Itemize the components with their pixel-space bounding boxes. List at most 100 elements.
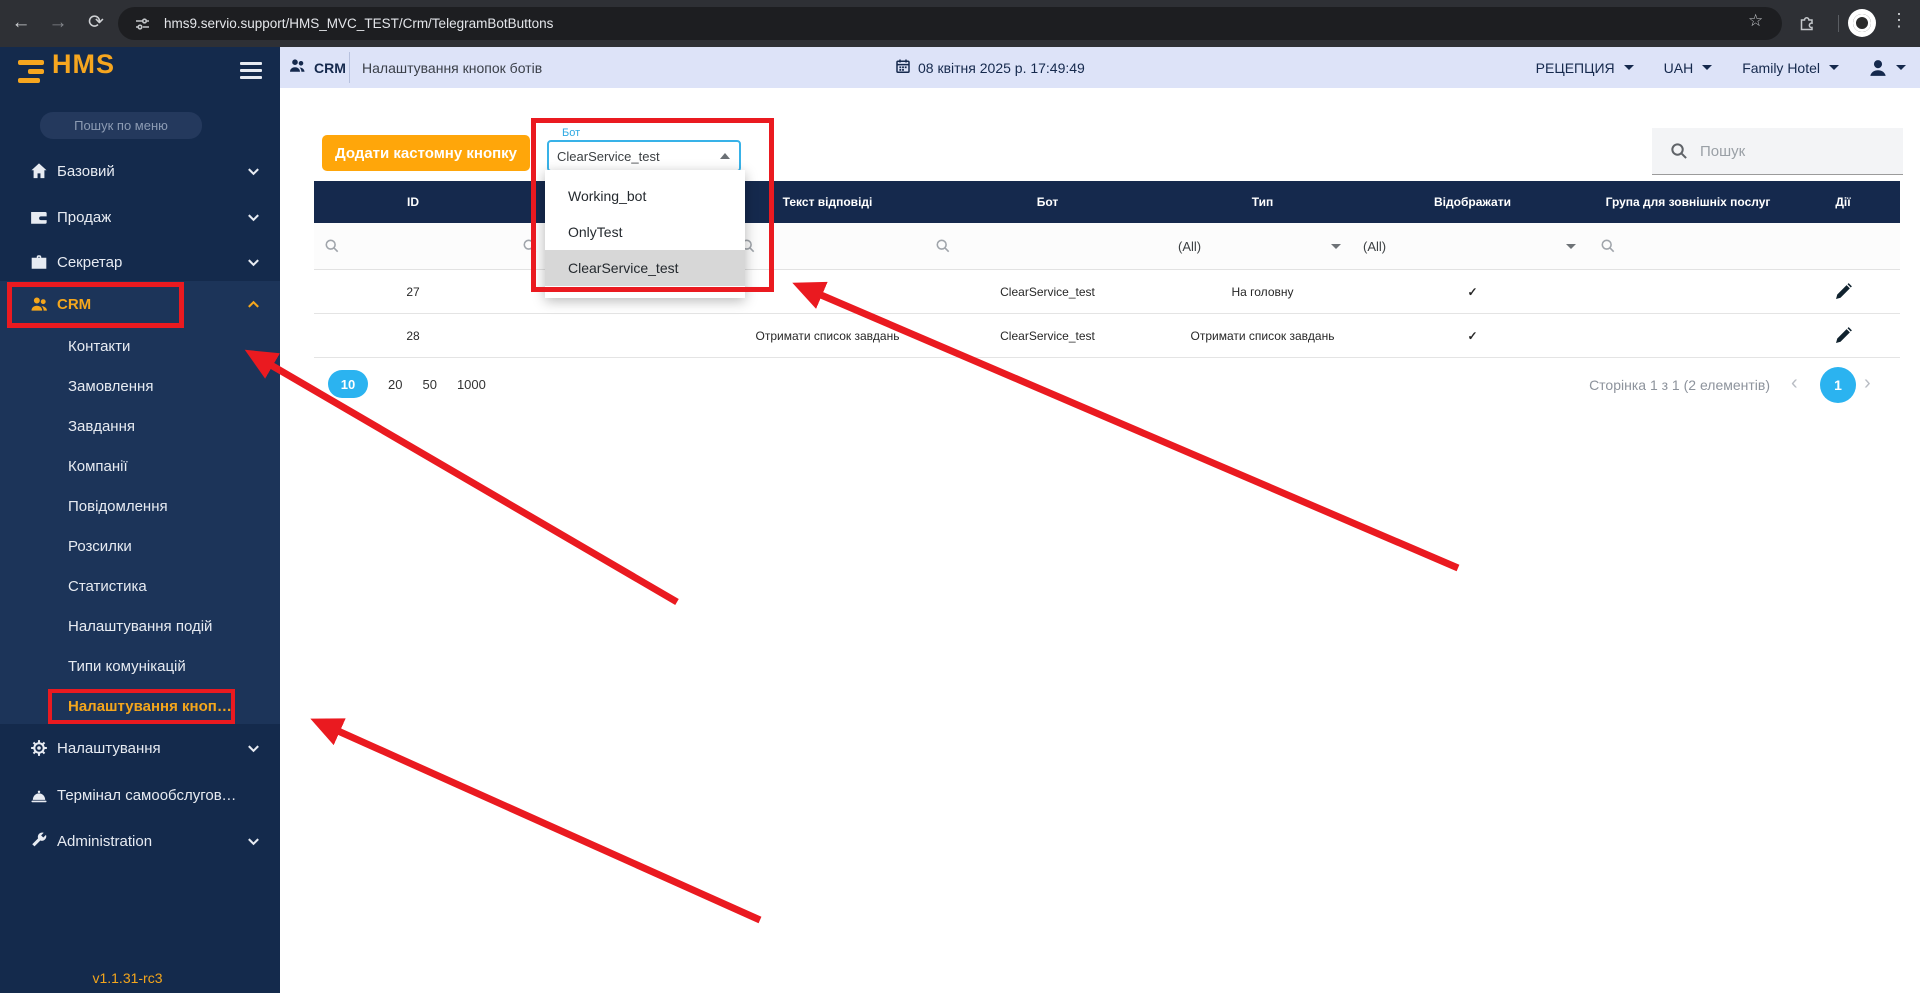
edit-pencil-icon[interactable] — [1786, 314, 1900, 357]
sidebar-item-event-settings[interactable]: Налаштування подій — [0, 606, 280, 646]
sidebar-item-contacts[interactable]: Контакти — [0, 326, 280, 366]
sidebar-item-tasks[interactable]: Завдання — [0, 406, 280, 446]
search-icon — [523, 239, 537, 253]
extensions-icon[interactable] — [1798, 13, 1816, 36]
sidebar-child-label: Статистика — [68, 577, 147, 595]
chevron-down-icon — [246, 164, 261, 179]
column-header-response-text[interactable]: Текст відповіді — [730, 181, 925, 223]
toolbar-separator — [1838, 15, 1839, 32]
filter-display-select[interactable]: (All) — [1355, 223, 1590, 269]
cell-type: Отримати список завдань — [1190, 328, 1335, 343]
address-bar[interactable]: hms9.servio.support/HMS_MVC_TEST/Crm/Tel… — [118, 7, 1782, 40]
sidebar-child-label: Завдання — [68, 417, 135, 435]
sidebar-item-base[interactable]: Базовий — [0, 149, 280, 193]
sidebar-item-statistics[interactable]: Статистика — [0, 566, 280, 606]
sidebar-item-self-service-terminal[interactable]: Термінал самообслуговува... — [0, 773, 280, 817]
page-size-10[interactable]: 10 — [328, 370, 368, 398]
pagination-prev-icon[interactable]: ‹ — [1791, 372, 1798, 395]
browser-back-icon[interactable]: ← — [8, 10, 34, 36]
cell-external-group — [1590, 270, 1786, 313]
edit-pencil-icon[interactable] — [1786, 270, 1900, 313]
column-header-id[interactable]: ID — [314, 181, 512, 223]
menu-search-input[interactable] — [40, 112, 202, 139]
sidebar-item-mailings[interactable]: Розсилки — [0, 526, 280, 566]
page-title: Налаштування кнопок ботів — [362, 59, 543, 76]
chevron-down-icon — [1566, 243, 1576, 249]
sidebar-item-administration[interactable]: Administration — [0, 819, 280, 863]
cell-id: 28 — [406, 328, 420, 343]
browser-profile-avatar[interactable] — [1848, 9, 1876, 37]
chevron-down-icon — [1702, 65, 1713, 70]
sidebar-collapse-icon[interactable] — [240, 62, 262, 83]
filter-response-text[interactable] — [730, 223, 925, 269]
url-text[interactable]: hms9.servio.support/HMS_MVC_TEST/Crm/Tel… — [164, 16, 553, 31]
sidebar-item-secretary[interactable]: Секретар — [0, 240, 280, 284]
sidebar-item-communication-types[interactable]: Типи комунікацій — [0, 646, 280, 686]
table-search-input[interactable] — [1698, 141, 1882, 161]
user-menu[interactable] — [1869, 59, 1906, 77]
filter-bot[interactable] — [925, 223, 1170, 269]
sidebar-child-label: Налаштування подій — [68, 617, 213, 635]
display-checkmark: ✓ — [1467, 328, 1478, 343]
browser-menu-icon[interactable]: ⋮ — [1890, 10, 1908, 31]
bot-option-working-bot[interactable]: Working_bot — [545, 178, 745, 214]
chevron-down-icon — [1896, 65, 1906, 70]
filter-type-select[interactable]: (All) — [1170, 223, 1355, 269]
sidebar-item-crm[interactable]: CRM — [0, 282, 280, 326]
column-header-actions[interactable]: Дії — [1786, 181, 1900, 223]
search-icon — [936, 239, 950, 253]
chevron-down-icon — [1623, 65, 1634, 70]
pagination-page-1[interactable]: 1 — [1820, 367, 1856, 403]
bot-select-label: Бот — [558, 126, 585, 140]
cell-type: На головну — [1231, 284, 1294, 299]
sidebar-item-companies[interactable]: Компанії — [0, 446, 280, 486]
table-search[interactable] — [1652, 128, 1903, 175]
column-header-type[interactable]: Тип — [1170, 181, 1355, 223]
chevron-up-icon — [720, 153, 730, 159]
header-divider — [349, 52, 350, 83]
breadcrumb-module-label: CRM — [314, 59, 346, 76]
sidebar-item-label: Термінал самообслуговува... — [57, 786, 242, 804]
page-size-20[interactable]: 20 — [388, 377, 402, 392]
bot-select-value: ClearService_test — [557, 148, 660, 164]
breadcrumb-module[interactable]: CRM — [288, 47, 346, 88]
browser-reload-icon[interactable]: ⟳ — [83, 10, 109, 36]
bot-select[interactable]: ClearService_test — [547, 140, 741, 172]
bookmark-star-icon[interactable]: ☆ — [1748, 11, 1763, 31]
pagination-next-icon[interactable]: › — [1864, 372, 1871, 395]
search-icon — [1601, 239, 1615, 253]
page-size-1000[interactable]: 1000 — [457, 377, 486, 392]
column-header-display[interactable]: Відображати — [1355, 181, 1590, 223]
hotel-dropdown[interactable]: Family Hotel — [1742, 60, 1839, 76]
filter-actions-empty — [1786, 223, 1900, 269]
site-settings-icon[interactable] — [134, 16, 150, 32]
sidebar-item-orders[interactable]: Замовлення — [0, 366, 280, 406]
header-datetime[interactable]: 08 квітня 2025 р. 17:49:49 — [895, 47, 1085, 88]
table-row[interactable]: 28 Отримати список завдань ClearService_… — [314, 314, 1900, 358]
gear-icon — [30, 739, 48, 757]
sidebar-child-label: Типи комунікацій — [68, 657, 186, 675]
page-size-50[interactable]: 50 — [422, 377, 436, 392]
sidebar-item-sales[interactable]: Продаж — [0, 195, 280, 239]
add-custom-button[interactable]: Додати кастомну кнопку — [322, 135, 530, 171]
chevron-down-icon — [1829, 65, 1839, 70]
sidebar-item-messages[interactable]: Повідомлення — [0, 486, 280, 526]
sidebar-child-label: Повідомлення — [68, 497, 168, 515]
filter-external-group[interactable] — [1590, 223, 1786, 269]
outlet-dropdown[interactable]: РЕЦЕПЦИЯ — [1536, 60, 1634, 76]
sidebar-item-bot-buttons[interactable]: Налаштування кнопок бо... — [0, 686, 280, 726]
sidebar-child-label: Налаштування кнопок бо... — [68, 697, 233, 715]
bot-option-clearservice-test[interactable]: ClearService_test — [545, 250, 745, 286]
bot-dropdown-menu: Working_bot OnlyTest ClearService_test — [545, 170, 745, 298]
filter-id[interactable] — [314, 223, 512, 269]
column-header-bot[interactable]: Бот — [925, 181, 1170, 223]
hms-logo-text: HMS — [52, 49, 115, 79]
sidebar-child-label: Розсилки — [68, 537, 132, 555]
currency-dropdown[interactable]: UAH — [1664, 60, 1713, 76]
browser-forward-icon[interactable]: → — [45, 10, 71, 36]
column-header-external-group[interactable]: Група для зовнішніх послуг — [1590, 181, 1786, 223]
bot-option-onlytest[interactable]: OnlyTest — [545, 214, 745, 250]
sidebar-item-settings[interactable]: Налаштування — [0, 726, 280, 770]
cell-external-group — [1590, 314, 1786, 357]
search-icon — [1670, 142, 1688, 160]
